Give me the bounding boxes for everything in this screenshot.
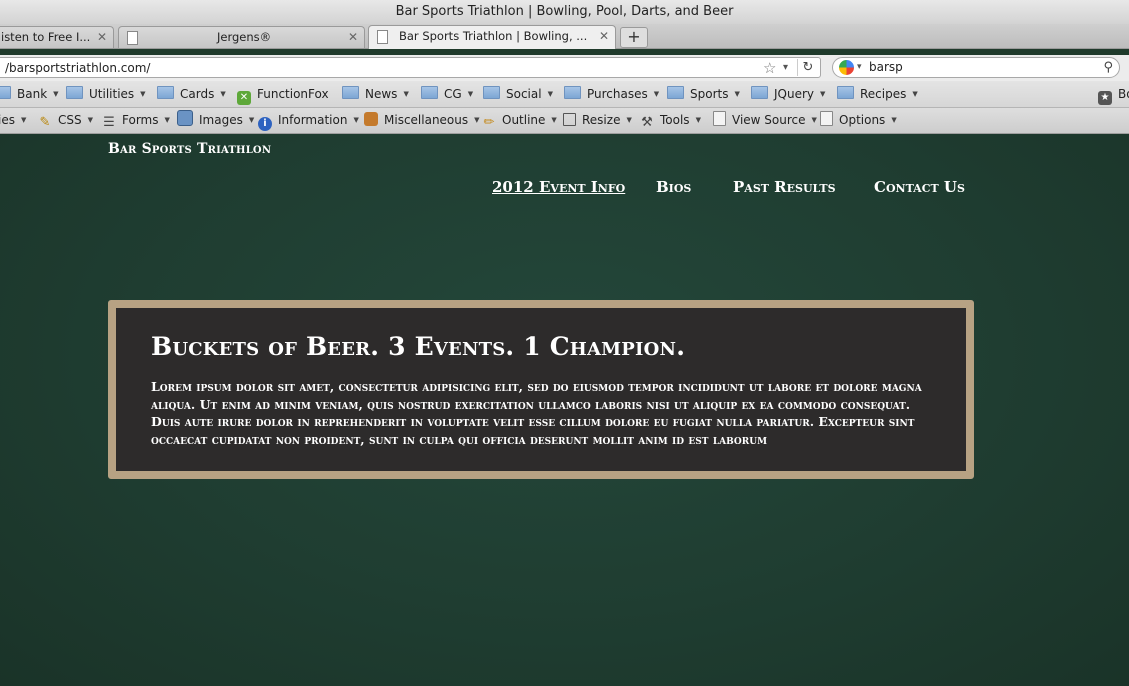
- bookmark-utilities[interactable]: Utilities ▼: [66, 81, 146, 107]
- folder-icon: [421, 86, 438, 99]
- devtool-miscellaneous[interactable]: Miscellaneous ▼: [364, 108, 480, 133]
- tab-label: isten to Free I...: [1, 30, 91, 44]
- devtool-images[interactable]: Images ▼: [177, 108, 254, 133]
- resize-icon: [563, 113, 576, 126]
- window-title: Bar Sports Triathlon | Bowling, Pool, Da…: [0, 0, 1129, 24]
- options-icon: [820, 111, 833, 126]
- history-dropdown-icon[interactable]: ▾: [783, 58, 788, 78]
- hero-title: Buckets of Beer. 3 Events. 1 Champion.: [151, 332, 686, 361]
- page-content: Bar Sports Triathlon 2012 Event Info Bio…: [0, 134, 1129, 686]
- bookmark-bank[interactable]: Bank ▼: [0, 81, 59, 107]
- nav-bios[interactable]: Bios: [656, 178, 691, 196]
- css-pencil-icon: ✎: [39, 115, 51, 130]
- folder-icon: [837, 86, 854, 99]
- address-bar[interactable]: /barsportstriathlon.com/ ☆ ▾ ↻: [0, 57, 821, 78]
- search-box[interactable]: ▾ barsp ⚲: [832, 57, 1120, 78]
- search-input[interactable]: barsp: [869, 58, 903, 77]
- hero-body: Lorem ipsum dolor sit amet, consectetur …: [151, 379, 922, 447]
- close-icon[interactable]: ✕: [599, 26, 609, 46]
- devtool-options[interactable]: Options ▼: [820, 108, 897, 133]
- folder-icon: [667, 86, 684, 99]
- folder-icon: [564, 86, 581, 99]
- tab-bar-sports-triathlon[interactable]: Bar Sports Triathlon | Bowling, ... ✕: [368, 25, 616, 49]
- document-icon: [377, 30, 388, 44]
- bookmark-purchases[interactable]: Purchases ▼: [564, 81, 659, 107]
- tab-jergens[interactable]: Jergens® ✕: [118, 26, 365, 48]
- view-source-icon: [713, 111, 726, 126]
- devtool-forms[interactable]: ☰ Forms ▼: [102, 108, 170, 133]
- bookmark-star-icon[interactable]: ☆: [763, 58, 776, 78]
- bookmark-cards[interactable]: Cards ▼: [157, 81, 226, 107]
- folder-icon: [0, 86, 11, 99]
- web-developer-toolbar: ies▼ ✎CSS▼ ☰Forms▼ Images▼ iInformation▼…: [0, 108, 1129, 134]
- information-icon: i: [258, 117, 272, 131]
- folder-icon: [157, 86, 174, 99]
- nav-contact-us[interactable]: Contact Us: [874, 178, 965, 196]
- bookmark-jquery[interactable]: JQuery ▼: [751, 81, 825, 107]
- navigation-bar: /barsportstriathlon.com/ ☆ ▾ ↻ ▾ barsp ⚲: [0, 55, 1129, 81]
- devtool-tools[interactable]: ⚒ Tools ▼: [640, 108, 701, 133]
- images-icon: [177, 110, 193, 126]
- google-icon[interactable]: [839, 60, 854, 75]
- devtool-cookies[interactable]: ies▼: [0, 108, 26, 133]
- forms-icon: ☰: [103, 115, 115, 130]
- bookmark-sports[interactable]: Sports ▼: [667, 81, 740, 107]
- devtool-outline[interactable]: ✏ Outline ▼: [482, 108, 557, 133]
- document-icon: [127, 31, 138, 45]
- bookmark-cg[interactable]: CG ▼: [421, 81, 473, 107]
- nav-past-results[interactable]: Past Results: [733, 178, 836, 196]
- new-tab-button[interactable]: +: [620, 27, 648, 48]
- close-icon[interactable]: ✕: [97, 27, 107, 47]
- close-icon[interactable]: ✕: [348, 27, 358, 47]
- bookmark-functionfox[interactable]: ✕ FunctionFox: [237, 81, 329, 107]
- devtool-view-source[interactable]: View Source ▼: [713, 108, 817, 133]
- miscellaneous-icon: [364, 112, 378, 126]
- search-icon[interactable]: ⚲: [1103, 58, 1113, 77]
- tab-label: Bar Sports Triathlon | Bowling, ...: [399, 29, 588, 43]
- devtool-information[interactable]: i Information ▼: [258, 108, 359, 133]
- outline-pencil-icon: ✏: [483, 115, 495, 130]
- tab-strip: isten to Free I... ✕ Jergens® ✕ Bar Spor…: [0, 24, 1129, 49]
- bookmark-star-icon: ★: [1098, 91, 1112, 105]
- tab-label: Jergens®: [217, 30, 272, 44]
- reload-icon[interactable]: ↻: [797, 59, 818, 76]
- bookmark-news[interactable]: News ▼: [342, 81, 409, 107]
- hero-panel: Buckets of Beer. 3 Events. 1 Champion. L…: [108, 300, 974, 479]
- bookmark-recipes[interactable]: Recipes ▼: [837, 81, 918, 107]
- tab-listen[interactable]: isten to Free I... ✕: [0, 26, 114, 48]
- bookmarks-bar: Bank ▼ Utilities ▼ Cards ▼ ✕ FunctionFox New…: [0, 81, 1129, 108]
- url-text[interactable]: /barsportstriathlon.com/: [5, 58, 150, 78]
- bookmark-social[interactable]: Social ▼: [483, 81, 553, 107]
- folder-icon: [483, 86, 500, 99]
- search-engine-dropdown-icon[interactable]: ▾: [857, 58, 862, 77]
- bookmark-bo[interactable]: ★Bo: [1098, 81, 1129, 107]
- nav-event-info[interactable]: 2012 Event Info: [492, 178, 625, 196]
- devtool-css[interactable]: ✎ CSS ▼: [38, 108, 93, 133]
- tools-icon: ⚒: [641, 115, 653, 130]
- folder-icon: [751, 86, 768, 99]
- devtool-resize[interactable]: Resize ▼: [563, 108, 632, 133]
- folder-icon: [66, 86, 83, 99]
- site-title[interactable]: Bar Sports Triathlon: [108, 141, 271, 157]
- folder-icon: [342, 86, 359, 99]
- functionfox-icon: ✕: [237, 91, 251, 105]
